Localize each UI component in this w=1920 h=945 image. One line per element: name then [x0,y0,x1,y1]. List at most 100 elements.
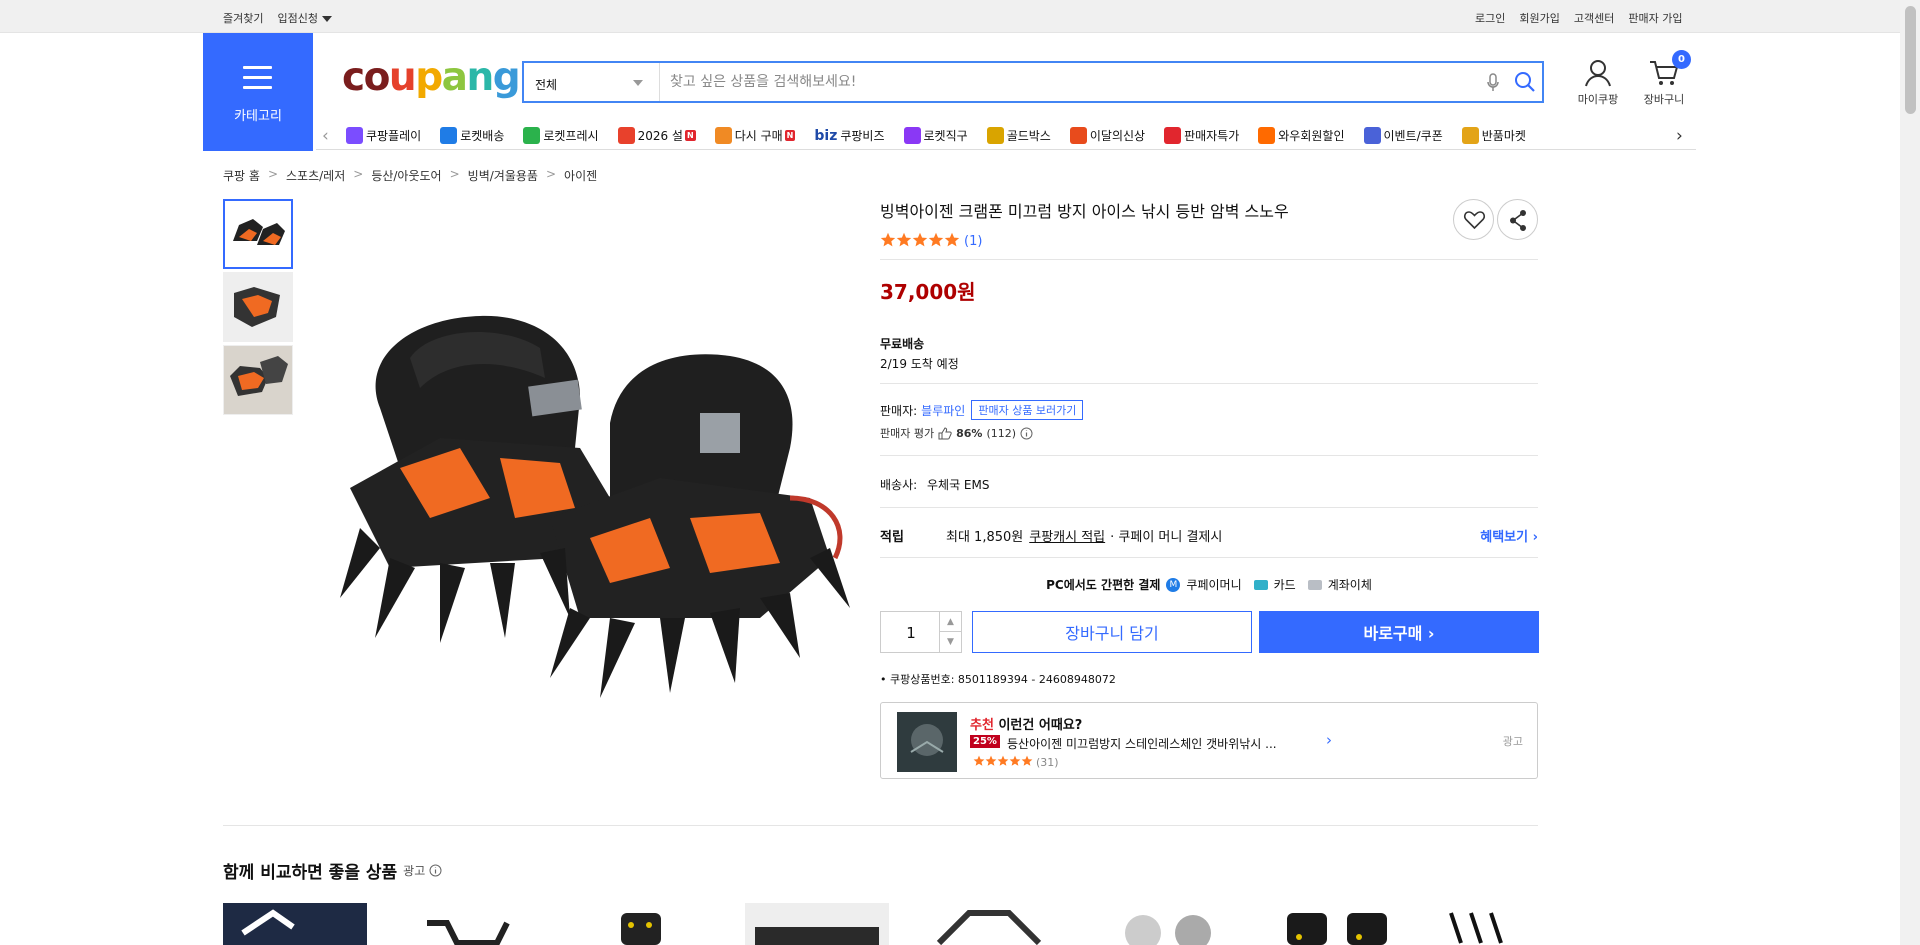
benefits-link[interactable]: 혜택보기 › [1480,526,1538,545]
chevron-right-icon[interactable]: › [1326,731,1332,749]
quick-links-bar: ‹ 쿠팡플레이 로켓배송 로켓프레시 2026 설 N 다시 구매 Nbiz 쿠팡비즈 로켓직구… [316,122,1696,150]
login-link[interactable]: 로그인 [1475,10,1505,26]
coupang-logo[interactable]: coupang [342,55,521,100]
seller-rating-count: (112) [986,426,1017,440]
breadcrumb-item[interactable]: 등산/아웃도어 [371,167,441,184]
bookmark-link[interactable]: 즐겨찾기 [223,10,263,26]
seller-signup-link[interactable]: 판매자 가입 [1628,10,1682,26]
product-rating[interactable]: (1) [880,232,982,251]
quick-link-label: 쿠팡플레이 [366,129,422,143]
breadcrumb-separator-icon: > [545,167,557,181]
compare-product-7[interactable] [1267,903,1411,945]
quick-link-8[interactable]: 골드박스 [986,127,1051,144]
chevron-right-icon[interactable]: › [1676,126,1683,146]
recommendation-image[interactable] [897,712,957,772]
compare-product-8[interactable] [1441,903,1585,945]
quick-link-6[interactable]: biz 쿠팡비즈 [814,127,884,144]
search-bar: 전체 [522,61,1544,103]
divider [880,507,1538,508]
seller-rating: 판매자 평가 86% (112) [880,425,1033,441]
chevron-left-icon[interactable]: ‹ [322,126,329,146]
microphone-icon[interactable] [1486,73,1500,93]
cart-button[interactable]: 0 장바구니 [1634,50,1694,107]
review-count[interactable]: (1) [964,234,982,249]
quick-link-9[interactable]: 이달의신상 [1069,127,1146,144]
cart-label: 장바구니 [1643,93,1685,106]
quick-link-icon [1069,127,1087,144]
quick-link-5[interactable]: 다시 구매 N [714,127,796,144]
points-link[interactable]: 쿠팡캐시 적립 [1029,526,1105,545]
card-icon [1253,579,1268,590]
support-link[interactable]: 고객센터 [1574,10,1614,26]
product-title: 빙벽아이젠 크램폰 미끄럼 방지 아이스 낚시 등반 암벽 스노우 [880,202,1289,221]
compare-product-3[interactable] [571,903,715,945]
thumbnail-1[interactable] [223,199,293,269]
quantity-stepper[interactable]: 1 ▲ ▼ [880,611,962,653]
quick-link-label: 이달의신상 [1089,129,1146,143]
search-category-select[interactable]: 전체 [524,63,660,101]
thumbnail-2[interactable] [223,272,293,342]
product-main-image[interactable] [290,198,870,708]
seller-name-link[interactable]: 블루파인 [921,402,965,419]
buy-now-button[interactable]: 바로구매 › [1259,611,1539,653]
quick-link-7[interactable]: 로켓직구 [903,127,968,144]
recommendation-product-name[interactable]: 등산아이젠 미끄럼방지 스테인레스체인 갯바위낚시 ... [1007,735,1277,752]
page-scrollbar[interactable] [1900,0,1920,945]
quantity-down-icon[interactable]: ▼ [939,632,961,652]
mycoupang-button[interactable]: 마이쿠팡 [1568,58,1628,107]
quick-link-4[interactable]: 2026 설N [617,127,696,144]
star-icon [912,232,928,247]
quick-link-label: 다시 구매 [734,129,783,143]
shipper-label: 배송사: [880,478,918,492]
quick-link-10[interactable]: 판매자특가 [1164,127,1239,144]
share-button[interactable] [1497,199,1538,240]
new-badge: N [784,130,796,141]
breadcrumb-item[interactable]: 아이젠 [564,167,597,184]
quick-link-11[interactable]: 와우회원할인 [1258,127,1345,144]
quick-link-13[interactable]: 반품마켓 [1461,127,1526,144]
seller-products-button[interactable]: 판매자 상품 보러가기 [971,400,1084,420]
pay-method-coupay: 쿠페이머니 [1186,578,1242,592]
compare-product-6[interactable] [1093,903,1237,945]
user-icon [1585,60,1611,87]
signup-link[interactable]: 회원가입 [1519,10,1559,26]
quick-link-1[interactable]: 쿠팡플레이 [346,127,421,144]
recommendation-card[interactable]: 추천 이런건 어때요? 25% 등산아이젠 미끄럼방지 스테인레스체인 갯바위낚… [880,702,1538,779]
entry-link[interactable]: 입점신청 [277,10,332,26]
compare-products-row [223,903,1585,945]
breadcrumb-item[interactable]: 쿠팡 홈 [223,167,260,184]
points-suffix: · 쿠페이 머니 결제시 [1110,530,1223,545]
thumbnail-3[interactable] [223,345,293,415]
breadcrumb-separator-icon: > [353,167,364,181]
search-input[interactable] [670,69,1470,95]
delivery-eta: 2/19 도착 예정 [880,357,959,371]
category-label: 카테고리 [234,109,282,124]
heart-icon [1463,211,1486,230]
compare-product-4[interactable] [745,903,889,945]
scrollbar-thumb[interactable] [1905,6,1916,114]
add-to-cart-button[interactable]: 장바구니 담기 [972,611,1252,653]
seller-rating-label: 판매자 평가 [880,427,935,440]
points-label: 적립 [880,530,904,545]
quick-link-3[interactable]: 로켓프레시 [523,127,599,144]
wishlist-button[interactable] [1453,199,1494,240]
category-button[interactable]: 카테고리 [203,33,313,151]
breadcrumb-item[interactable]: 빙벽/겨울용품 [468,167,538,184]
quantity-value[interactable]: 1 [881,624,941,642]
shipping-type: 무료배송 [880,337,925,351]
compare-product-2[interactable] [397,903,541,945]
compare-ad-label: 광고 [403,864,426,878]
breadcrumb-item[interactable]: 스포츠/레저 [286,167,345,184]
search-icon[interactable] [1514,71,1536,93]
quick-link-2[interactable]: 로켓배송 [440,127,504,144]
quick-link-12[interactable]: 이벤트/쿠폰 [1363,127,1443,144]
quantity-up-icon[interactable]: ▲ [939,612,961,632]
info-icon[interactable] [429,864,442,877]
seller-label: 판매자: [880,403,918,418]
quick-link-icon [440,127,458,144]
info-icon[interactable] [1020,427,1033,440]
breadcrumb-separator-icon: > [449,167,460,181]
compare-product-1[interactable] [223,903,367,945]
compare-product-5[interactable] [919,903,1063,945]
entry-label: 입점신청 [277,12,318,25]
